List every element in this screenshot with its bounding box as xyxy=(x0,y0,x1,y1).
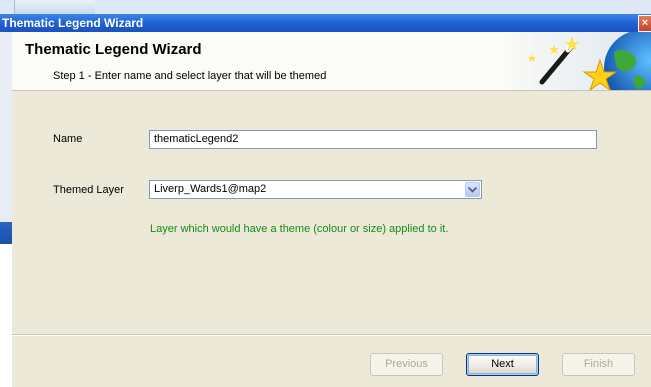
close-icon[interactable]: × xyxy=(638,15,651,32)
name-input[interactable]: thematicLegend2 xyxy=(149,130,597,149)
wizard-title: Thematic Legend Wizard xyxy=(25,41,202,58)
finish-button[interactable]: Finish xyxy=(562,353,635,376)
wizard-header: Thematic Legend Wizard Step 1 - Enter na… xyxy=(12,32,651,91)
themed-layer-label: Themed Layer xyxy=(53,184,124,196)
themed-layer-hint: Layer which would have a theme (colour o… xyxy=(150,223,449,235)
footer-divider xyxy=(12,334,651,336)
themed-layer-value: Liverp_Wards1@map2 xyxy=(154,183,267,195)
background-app-logo xyxy=(14,0,95,14)
dialog-title-bar[interactable]: Thematic Legend Wizard × xyxy=(0,14,651,32)
wizard-body: Name thematicLegend2 Themed Layer Liverp… xyxy=(12,91,651,334)
magic-wand-globe-icon xyxy=(502,32,651,90)
next-button[interactable]: Next xyxy=(466,353,539,376)
chevron-down-icon[interactable] xyxy=(465,182,480,197)
background-app-toolbar xyxy=(0,0,651,14)
dialog-title: Thematic Legend Wizard xyxy=(2,16,144,30)
wizard-dialog: Thematic Legend Wizard Step 1 - Enter na… xyxy=(12,32,651,387)
previous-button[interactable]: Previous xyxy=(370,353,443,376)
wizard-step-description: Step 1 - Enter name and select layer tha… xyxy=(53,70,327,82)
themed-layer-select[interactable]: Liverp_Wards1@map2 xyxy=(149,180,482,199)
name-label: Name xyxy=(53,133,83,145)
